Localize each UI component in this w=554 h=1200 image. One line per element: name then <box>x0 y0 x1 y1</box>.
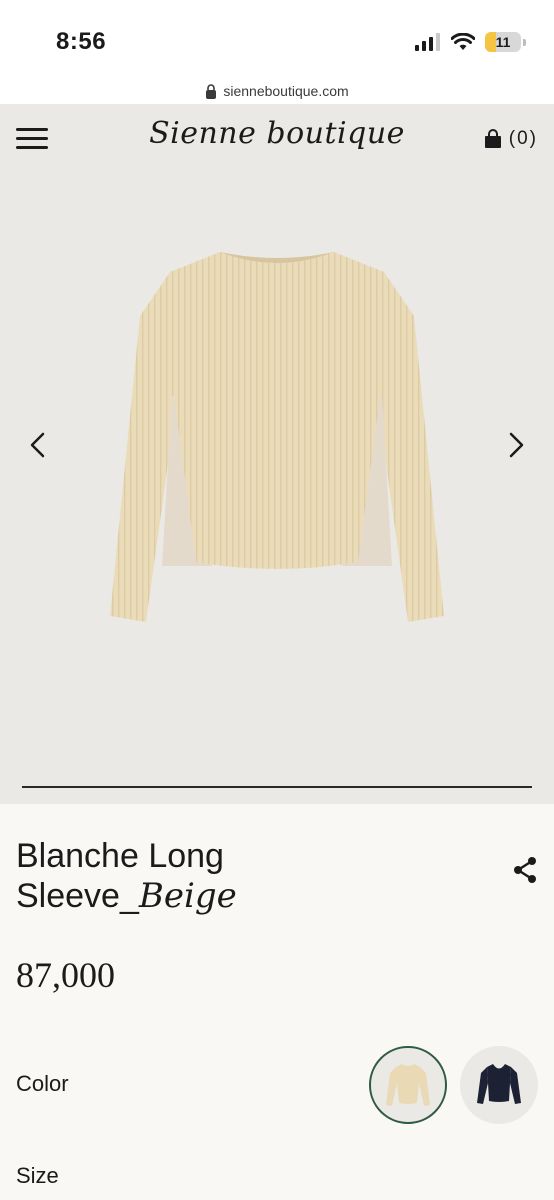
swatch-navy-thumbnail <box>477 1064 521 1104</box>
color-swatch-navy[interactable] <box>460 1046 538 1124</box>
bag-icon <box>484 129 501 148</box>
battery-level: 11 <box>495 34 511 50</box>
status-time: 8:56 <box>56 28 107 55</box>
product-title-color: Beige <box>138 876 237 916</box>
url-text[interactable]: sienneboutique.com <box>223 83 348 99</box>
color-swatch-beige[interactable] <box>369 1046 447 1124</box>
chevron-left-icon[interactable] <box>22 428 56 462</box>
gallery-progress-fill <box>22 786 532 788</box>
wifi-icon <box>451 33 475 50</box>
battery-tip <box>523 38 526 46</box>
chevron-right-icon[interactable] <box>498 428 532 462</box>
cart-button[interactable]: (0) <box>483 128 538 150</box>
gallery-progress <box>22 786 532 788</box>
url-bar[interactable]: sienneboutique.com <box>0 78 554 104</box>
product-gallery[interactable] <box>0 174 554 804</box>
color-label: Color <box>16 1071 69 1096</box>
product-price: 87,000 <box>16 955 115 995</box>
signal-icon <box>415 33 440 51</box>
site-logo[interactable]: Sienne boutique <box>0 116 554 151</box>
status-bar: 8:56 11 <box>0 0 554 78</box>
swatch-beige-thumbnail <box>386 1064 430 1106</box>
product-image <box>110 252 444 622</box>
site-header: Sienne boutique (0) <box>0 104 554 174</box>
lock-icon <box>206 83 217 99</box>
share-icon[interactable] <box>512 856 538 884</box>
size-label: Size <box>16 1163 59 1188</box>
cart-count: (0) <box>508 128 538 149</box>
status-icons: 11 <box>415 32 526 52</box>
product-title: Blanche Long Sleeve_Beige <box>16 836 436 916</box>
battery-indicator: 11 <box>485 32 521 52</box>
